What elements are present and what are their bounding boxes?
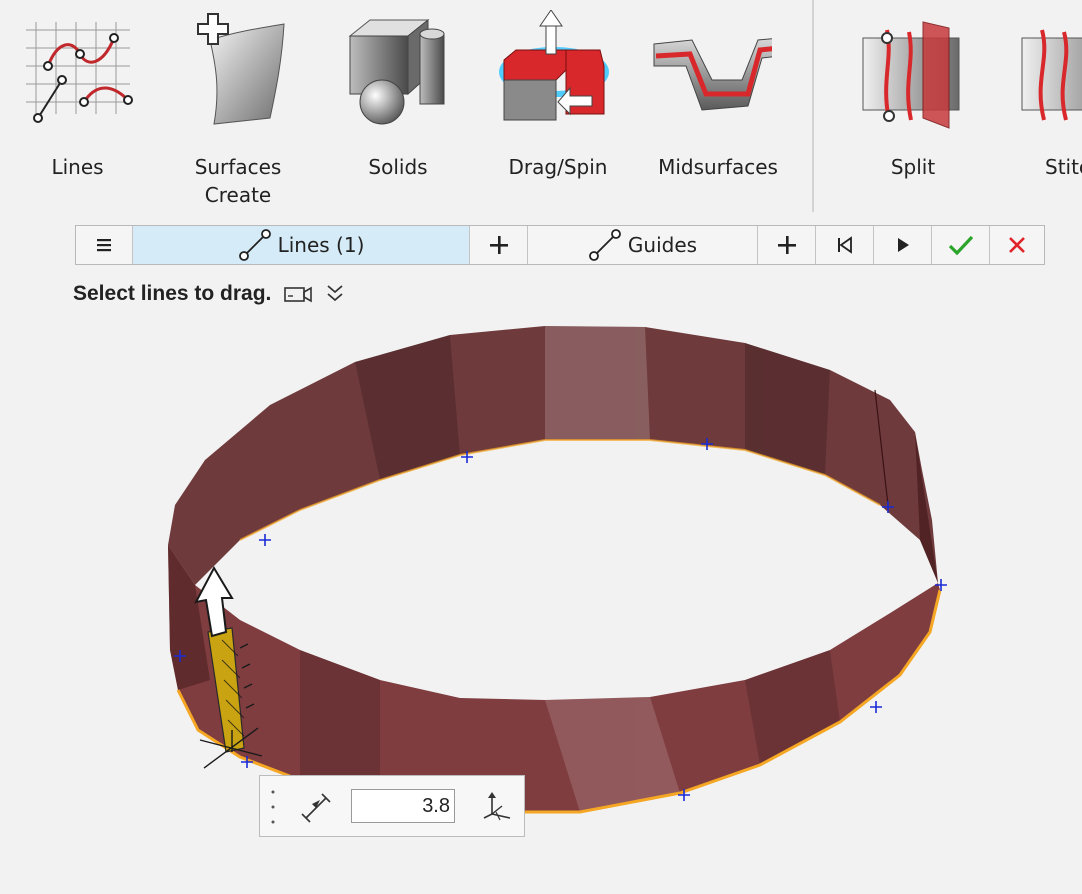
split-icon: [862, 21, 960, 129]
split-tool-label: Split: [890, 155, 936, 179]
skip-back-icon: [837, 236, 852, 254]
lines-tool-label: Lines: [51, 155, 104, 179]
midsurfaces-icon: [653, 38, 772, 111]
hamburger-menu-icon: [97, 239, 111, 252]
ribbon-toolbar: Lines Surfaces Create Solids Drag/Spin M…: [0, 0, 1082, 215]
split-tool[interactable]: Split: [833, 0, 993, 215]
midsurfaces-tool-label: Midsurfaces: [658, 155, 778, 179]
surfaces-create-tool[interactable]: Surfaces Create: [158, 0, 318, 215]
midsurfaces-tool[interactable]: Midsurfaces: [638, 0, 798, 215]
guide-bar: Lines (1) Guides: [75, 225, 1045, 265]
next-button[interactable]: [874, 226, 932, 264]
stitch-icon: [1021, 29, 1082, 121]
lines-icon: [26, 22, 133, 123]
drag-distance-input[interactable]: [351, 789, 455, 823]
surfaces-create-tool-label: Surfaces Create: [194, 155, 282, 207]
solids-tool[interactable]: Solids: [318, 0, 478, 215]
plus-icon: [777, 236, 796, 254]
guide-menu-button[interactable]: [76, 226, 133, 264]
stitch-tool[interactable]: Stitc: [1000, 0, 1082, 215]
model-scene[interactable]: [0, 315, 1082, 894]
solids-tool-label: Solids: [368, 155, 428, 179]
guide-selector-icon: [589, 229, 621, 261]
stitch-tool-label: Stitc: [1045, 155, 1082, 179]
prompt-text: Select lines to drag.: [73, 282, 272, 305]
axis-icon[interactable]: [480, 790, 514, 824]
add-lines-button[interactable]: [470, 226, 528, 264]
graphics-viewport[interactable]: [0, 315, 1082, 894]
camera-icon[interactable]: [283, 284, 313, 304]
close-icon: [1009, 237, 1025, 253]
drag-grip-icon[interactable]: [271, 788, 275, 826]
selection-prompt: Select lines to drag.: [73, 280, 345, 308]
drag-spin-icon: [499, 10, 609, 121]
cancel-button[interactable]: [990, 226, 1044, 264]
add-guides-button[interactable]: [758, 226, 816, 264]
double-chevron-down-icon[interactable]: [325, 283, 345, 305]
check-icon: [948, 235, 973, 256]
play-icon: [897, 238, 909, 252]
drag-spin-tool-label: Drag/Spin: [508, 155, 608, 179]
surfaces-create-icon: [197, 13, 285, 125]
drag-spin-tool[interactable]: Drag/Spin: [478, 0, 638, 215]
drag-distance-popup: [259, 775, 525, 837]
line-selector-icon: [238, 229, 271, 261]
solids-icon: [348, 18, 445, 125]
reset-button[interactable]: [816, 226, 874, 264]
guides-selector-tab[interactable]: Guides: [528, 226, 758, 264]
lines-tool[interactable]: Lines: [0, 0, 160, 215]
lines-selector-tab[interactable]: Lines (1): [133, 226, 470, 264]
guides-selector-label: Guides: [627, 233, 698, 257]
lines-selector-label: Lines (1): [277, 233, 365, 257]
ribbon-separator: [812, 0, 814, 212]
distance-icon: [301, 793, 331, 823]
plus-icon: [489, 236, 508, 254]
ring-back-panels: [355, 326, 830, 480]
apply-button[interactable]: [932, 226, 990, 264]
